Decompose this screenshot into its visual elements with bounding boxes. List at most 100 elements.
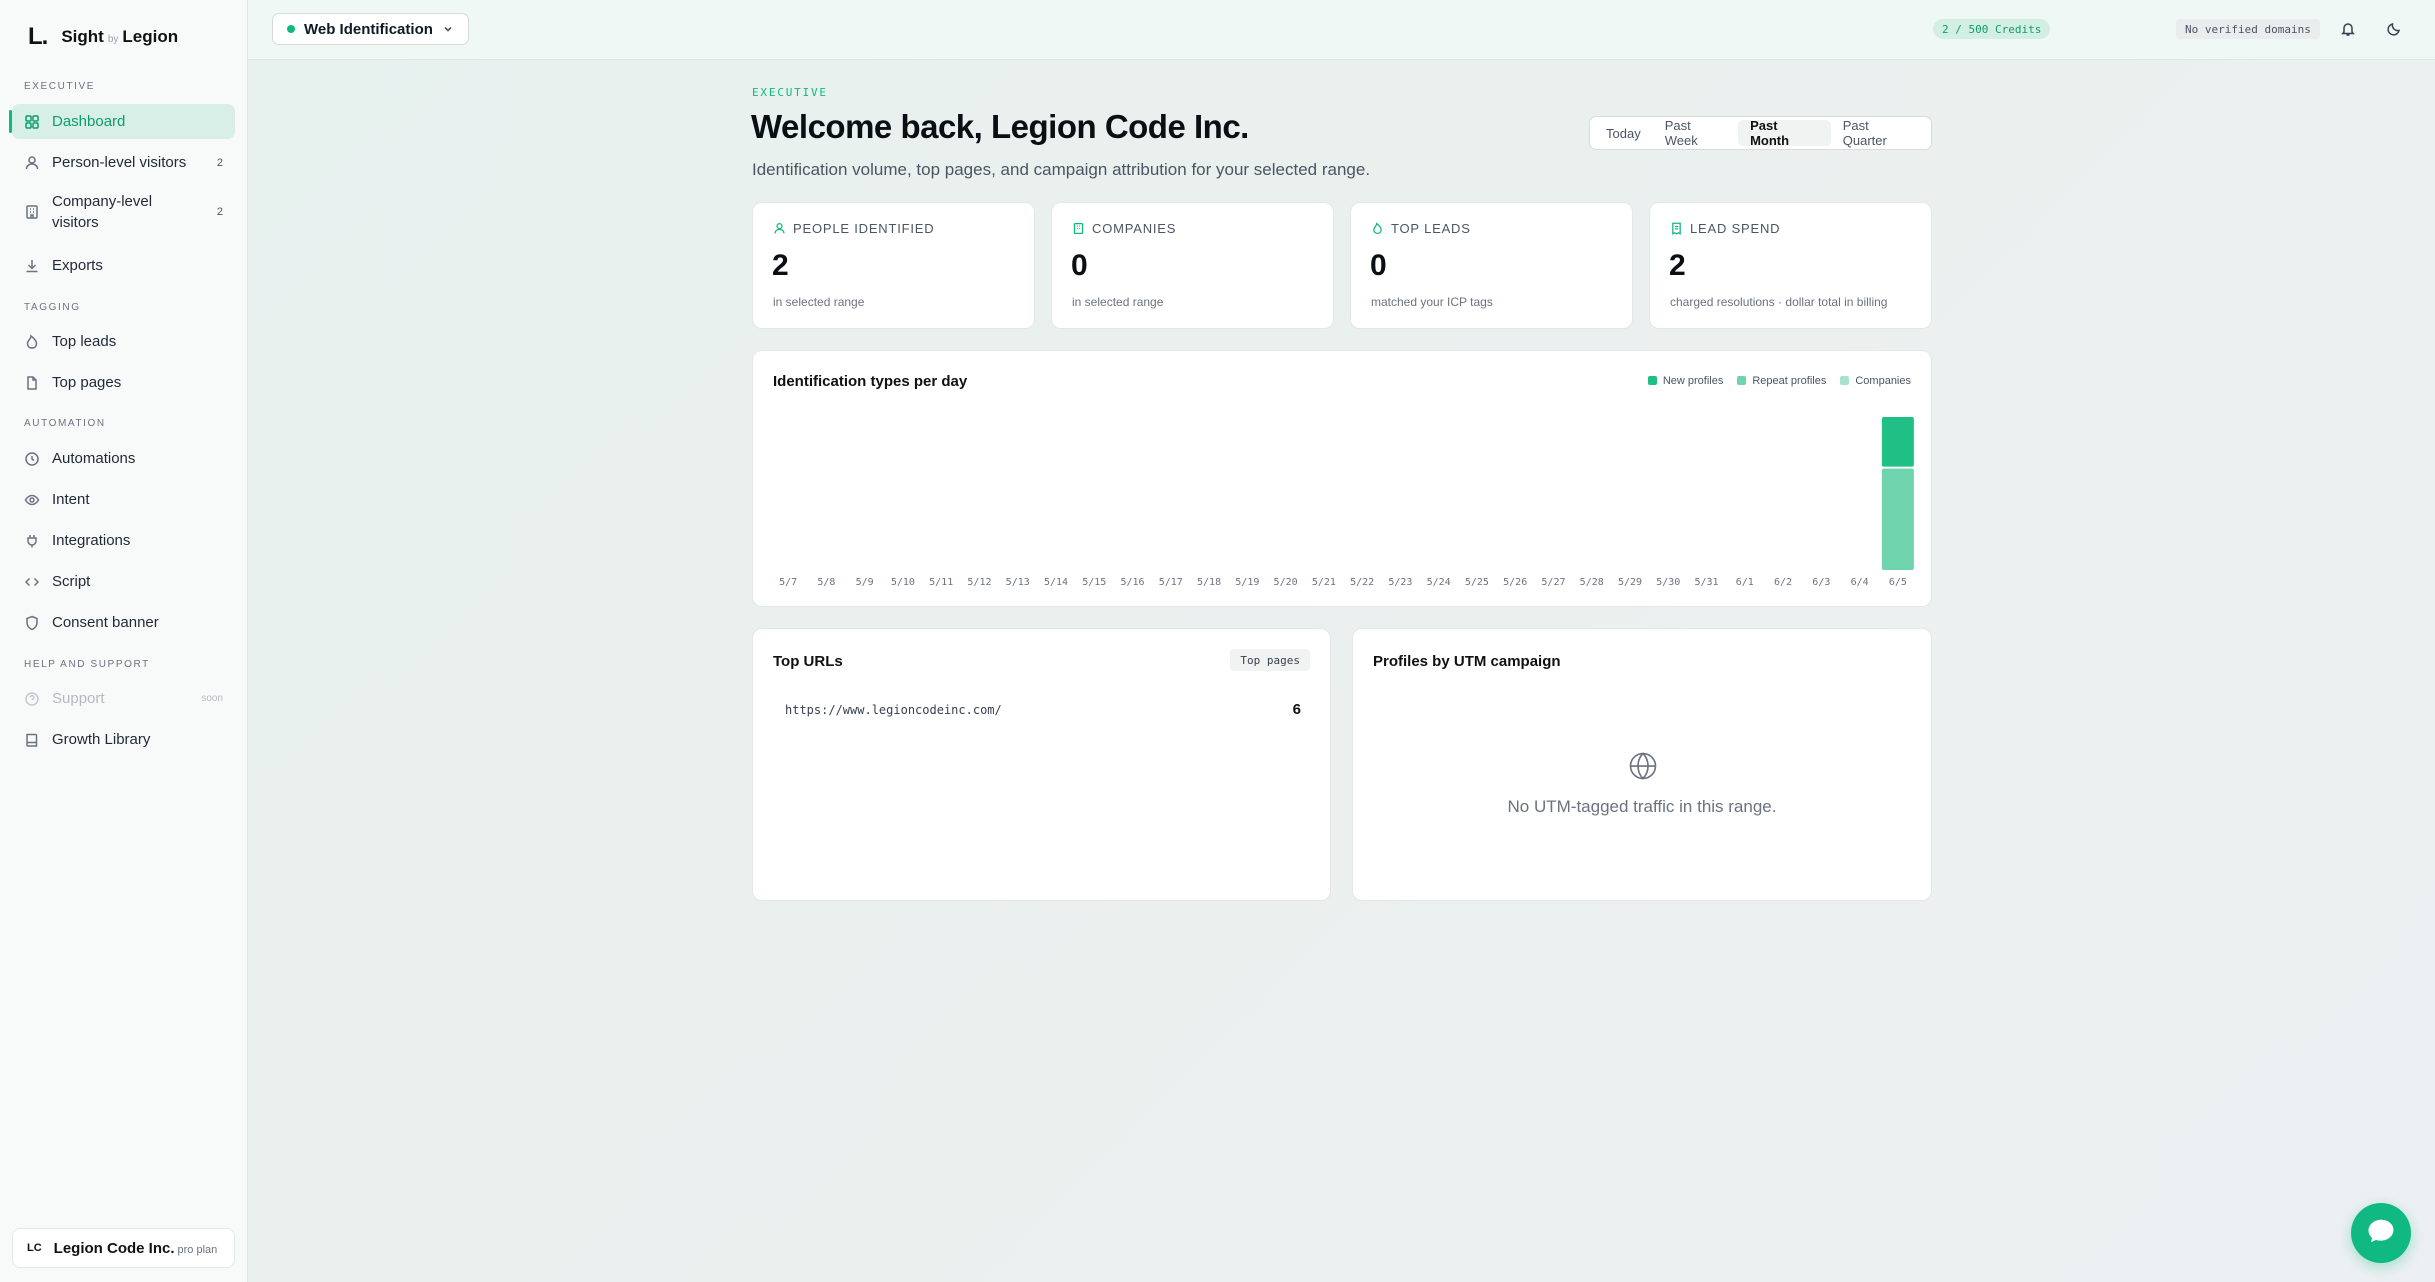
x-tick-label: 5/31 (1694, 577, 1718, 588)
sidebar-item-consent-banner[interactable]: Consent banner (12, 605, 235, 640)
stat-value: 2 (1669, 249, 1686, 282)
building-icon (1072, 222, 1085, 235)
sidebar-item-company-visitors[interactable]: Company-level visitors 2 (12, 188, 235, 236)
download-icon (24, 258, 40, 274)
brand-logo: L. (28, 23, 48, 50)
sidebar-item-top-leads[interactable]: Top leads (12, 324, 235, 359)
bar-new-profiles-6-5[interactable] (1881, 417, 1914, 467)
flame-icon (1371, 222, 1384, 235)
book-icon (24, 732, 40, 748)
sidebar-item-label: Person-level visitors (52, 154, 187, 171)
sidebar-item-label: Growth Library (52, 731, 151, 748)
x-tick-label: 5/20 (1274, 577, 1298, 588)
bar-repeat-profiles-6-5[interactable] (1881, 468, 1914, 570)
x-tick-label: 5/8 (817, 577, 835, 588)
sidebar-item-dashboard[interactable]: Dashboard (9, 104, 235, 139)
visitor-count-badge: 2 (216, 156, 223, 169)
eye-icon (24, 492, 40, 508)
utm-title: Profiles by UTM campaign (1373, 653, 1561, 670)
x-tick-label: 5/27 (1541, 577, 1565, 588)
avatar: LC (27, 1242, 42, 1254)
x-tick-label: 5/19 (1235, 577, 1259, 588)
stat-note: in selected range (1072, 295, 1164, 309)
nav-section-help: HELP AND SUPPORT (24, 659, 150, 670)
sidebar-item-label: Support (52, 690, 105, 707)
product-switcher[interactable]: Web Identification (272, 13, 469, 45)
x-tick-label: 5/21 (1312, 577, 1336, 588)
range-past-month-button[interactable]: Past Month (1738, 118, 1831, 148)
stat-label: COMPANIES (1072, 221, 1176, 236)
sidebar-item-support: Support soon (12, 681, 235, 716)
x-tick-label: 5/13 (1006, 577, 1030, 588)
page-eyebrow: EXECUTIVE (752, 86, 828, 99)
stat-card-top-leads: TOP LEADS 0 matched your ICP tags (1350, 202, 1633, 329)
stat-note: matched your ICP tags (1371, 295, 1493, 309)
status-dot (287, 25, 295, 33)
x-tick-label: 5/7 (779, 577, 797, 588)
x-tick-label: 5/17 (1159, 577, 1183, 588)
nav-section-tagging: TAGGING (24, 302, 81, 313)
x-tick-label: 5/11 (929, 577, 953, 588)
dashboard-icon (24, 114, 40, 130)
stat-note: charged resolutions · dollar total in bi… (1670, 295, 1888, 309)
sidebar: L. Sight by Legion EXECUTIVE Dashboard Per… (0, 0, 248, 1282)
x-tick-label: 5/29 (1618, 577, 1642, 588)
url-text: https://www.legioncodeinc.com/ (785, 702, 1002, 717)
sidebar-item-script[interactable]: Script (12, 564, 235, 599)
sidebar-item-intent[interactable]: Intent (12, 482, 235, 517)
x-tick-label: 6/5 (1889, 577, 1907, 588)
x-tick-label: 5/22 (1350, 577, 1374, 588)
brand[interactable]: L. Sight by Legion (28, 22, 178, 52)
clock-icon (24, 451, 40, 467)
sidebar-item-automations[interactable]: Automations (12, 441, 235, 476)
x-tick-label: 5/25 (1465, 577, 1489, 588)
range-past-week-button[interactable]: Past Week (1653, 118, 1738, 148)
stat-value: 0 (1370, 249, 1387, 282)
x-tick-label: 5/24 (1427, 577, 1451, 588)
range-past-quarter-button[interactable]: Past Quarter (1831, 118, 1927, 148)
plan-label: pro plan (177, 1243, 218, 1256)
receipt-icon (1670, 222, 1683, 235)
x-tick-label: 5/15 (1082, 577, 1106, 588)
chevron-down-icon (442, 23, 454, 35)
sidebar-item-label: Dashboard (52, 113, 126, 130)
moon-icon[interactable] (2383, 18, 2405, 40)
building-icon (24, 204, 40, 220)
sidebar-item-person-visitors[interactable]: Person-level visitors 2 (12, 145, 235, 180)
date-range-selector: Today Past Week Past Month Past Quarter (1589, 116, 1932, 150)
utm-empty-message: No UTM-tagged traffic in this range. (1507, 797, 1777, 816)
top-urls-title: Top URLs (773, 653, 843, 670)
flame-icon (24, 334, 40, 350)
range-today-button[interactable]: Today (1594, 120, 1653, 146)
x-tick-label: 6/1 (1736, 577, 1754, 588)
topbar: Web Identification 2 / 500 Credits No ve… (248, 0, 2435, 60)
code-icon (24, 574, 40, 590)
x-tick-label: 5/16 (1120, 577, 1144, 588)
chat-button[interactable] (2351, 1203, 2411, 1263)
top-pages-link[interactable]: Top pages (1230, 649, 1310, 671)
sidebar-item-top-pages[interactable]: Top pages (12, 365, 235, 400)
page-subtitle: Identification volume, top pages, and ca… (752, 160, 1371, 179)
product-name: Web Identification (304, 20, 433, 38)
sidebar-item-growth-library[interactable]: Growth Library (12, 722, 235, 757)
sidebar-item-exports[interactable]: Exports (12, 248, 235, 283)
sidebar-item-integrations[interactable]: Integrations (12, 523, 235, 558)
account-switcher[interactable]: LC Legion Code Inc. pro plan (12, 1228, 235, 1268)
soon-badge: soon (201, 693, 223, 704)
nav-section-automation: AUTOMATION (24, 418, 106, 429)
bell-icon[interactable] (2337, 18, 2359, 40)
x-tick-label: 5/30 (1656, 577, 1680, 588)
identification-chart-card: Identification types per day New profile… (752, 350, 1932, 607)
url-row[interactable]: https://www.legioncodeinc.com/ 6 (785, 701, 1301, 718)
x-tick-label: 5/26 (1503, 577, 1527, 588)
chat-icon (2366, 1216, 2396, 1251)
domains-badge[interactable]: No verified domains (2176, 19, 2320, 39)
account-name: Legion Code Inc. pro plan (53, 1239, 218, 1257)
x-tick-label: 6/4 (1851, 577, 1869, 588)
x-tick-label: 5/23 (1388, 577, 1412, 588)
x-tick-label: 5/12 (967, 577, 991, 588)
x-tick-label: 5/10 (891, 577, 915, 588)
x-tick-label: 5/14 (1044, 577, 1068, 588)
stat-label: PEOPLE IDENTIFIED (773, 221, 934, 236)
credits-badge[interactable]: 2 / 500 Credits (1933, 19, 2051, 39)
